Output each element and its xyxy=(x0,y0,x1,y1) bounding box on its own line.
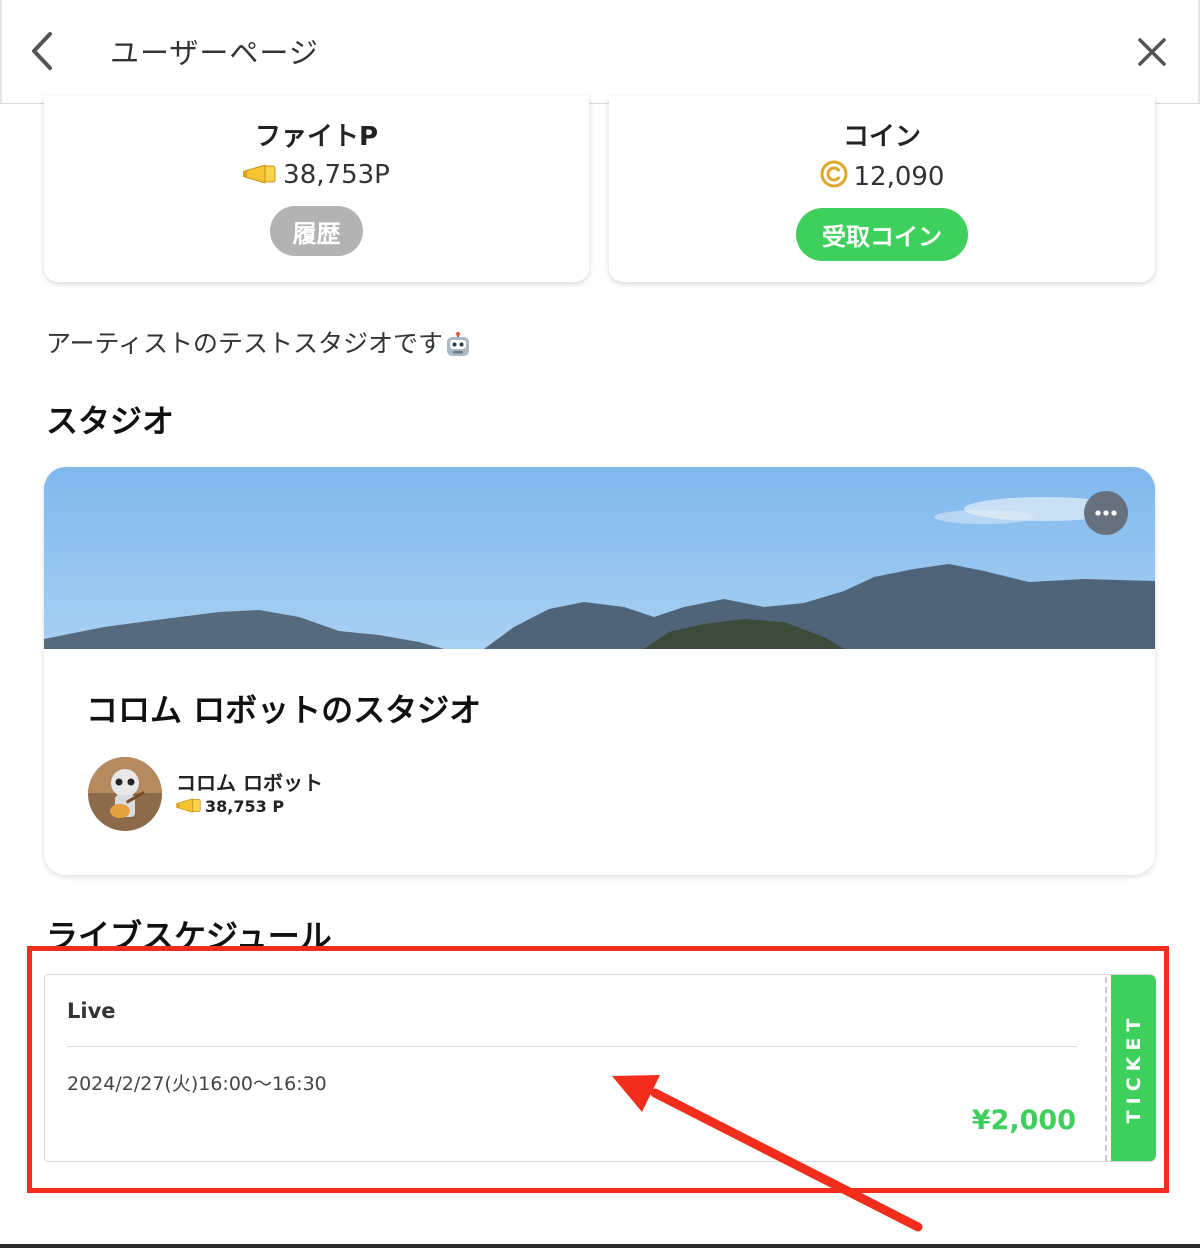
user-page: ユーザーページ ファイトP 38,753P 履歴 コイン 12,090 受取コイ… xyxy=(0,0,1200,1248)
studio-section-title: スタジオ xyxy=(46,402,175,440)
avatar[interactable] xyxy=(88,757,162,831)
robot-face-icon xyxy=(445,332,471,364)
coin-value-row: 12,090 xyxy=(609,160,1155,195)
chevron-left-icon xyxy=(32,32,52,70)
back-button[interactable] xyxy=(24,26,64,76)
fight-points-value-row: 38,753P xyxy=(44,160,589,191)
megaphone-icon xyxy=(176,798,202,817)
profile-bio: アーティストのテストスタジオです xyxy=(46,324,471,364)
owner-points-row: 38,753 P xyxy=(176,797,284,817)
annotation-highlight-box xyxy=(27,946,1169,1193)
owner-points-value: 38,753 P xyxy=(205,797,285,816)
coin-icon xyxy=(820,160,848,195)
fight-points-card: ファイトP 38,753P 履歴 xyxy=(44,96,589,282)
fight-points-title: ファイトP xyxy=(254,122,379,152)
coin-value: 12,090 xyxy=(853,162,945,192)
receive-coin-button[interactable]: 受取コイン xyxy=(796,208,968,261)
owner-name: コロム ロボット xyxy=(176,771,323,795)
megaphone-icon xyxy=(243,161,277,191)
bottom-edge xyxy=(0,1244,1200,1248)
studio-card[interactable]: コロム ロボットのスタジオ コロム ロボット 38,753 P xyxy=(44,467,1155,875)
coin-title: コイン xyxy=(842,122,921,152)
close-icon xyxy=(1138,38,1166,66)
studio-name: コロム ロボットのスタジオ xyxy=(86,691,482,729)
close-button[interactable] xyxy=(1132,32,1172,72)
history-button[interactable]: 履歴 xyxy=(270,206,363,256)
page-title: ユーザーページ xyxy=(110,36,319,70)
fight-points-value: 38,753P xyxy=(283,160,390,190)
app-header: ユーザーページ xyxy=(0,0,1200,104)
coin-card: コイン 12,090 受取コイン xyxy=(609,96,1155,282)
bio-text: アーティストのテストスタジオです xyxy=(46,329,444,358)
more-horizontal-icon xyxy=(1095,510,1117,516)
studio-banner-image xyxy=(44,467,1155,649)
studio-menu-button[interactable] xyxy=(1084,491,1128,535)
